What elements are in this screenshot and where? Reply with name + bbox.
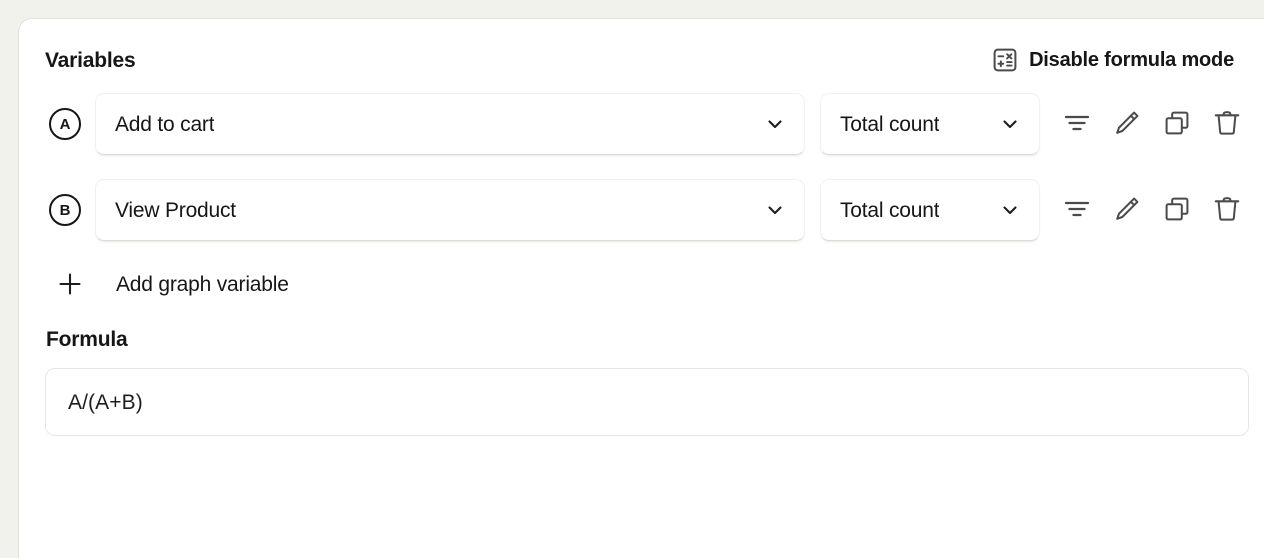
variables-header: Variables Disable formula mode — [45, 45, 1238, 75]
formula-input-value: A/(A+B) — [68, 390, 143, 414]
event-select-a[interactable]: Add to cart — [95, 93, 805, 155]
filter-icon — [1062, 194, 1092, 227]
metric-select-b[interactable]: Total count — [820, 179, 1040, 241]
formula-builder-panel: Variables Disable formula mode A Add to … — [18, 18, 1264, 558]
plus-icon — [53, 271, 87, 297]
page-title: Variables — [45, 48, 136, 72]
metric-select-a[interactable]: Total count — [820, 93, 1040, 155]
edit-icon — [1112, 108, 1142, 141]
duplicate-icon — [1162, 194, 1192, 227]
filter-icon — [1062, 108, 1092, 141]
duplicate-icon — [1162, 108, 1192, 141]
filter-button-b[interactable] — [1055, 188, 1099, 232]
variable-badge-b: B — [49, 194, 81, 226]
variable-row: B View Product Total count — [45, 179, 1240, 241]
delete-button-b[interactable] — [1205, 188, 1249, 232]
disable-formula-mode-button[interactable]: Disable formula mode — [988, 45, 1238, 75]
formula-section-title: Formula — [46, 328, 128, 351]
chevron-down-icon — [764, 113, 786, 135]
metric-select-a-value: Total count — [840, 113, 940, 135]
disable-formula-mode-label: Disable formula mode — [1029, 49, 1234, 71]
edit-button-a[interactable] — [1105, 102, 1149, 146]
row-actions-b — [1055, 188, 1249, 232]
duplicate-button-a[interactable] — [1155, 102, 1199, 146]
add-graph-variable-button[interactable]: Add graph variable — [49, 265, 293, 303]
row-actions-a — [1055, 102, 1249, 146]
delete-icon — [1212, 194, 1242, 227]
chevron-down-icon — [999, 113, 1021, 135]
edit-button-b[interactable] — [1105, 188, 1149, 232]
duplicate-button-b[interactable] — [1155, 188, 1199, 232]
delete-button-a[interactable] — [1205, 102, 1249, 146]
event-select-b[interactable]: View Product — [95, 179, 805, 241]
delete-icon — [1212, 108, 1242, 141]
metric-select-b-value: Total count — [840, 199, 940, 221]
event-select-b-value: View Product — [115, 199, 236, 221]
add-graph-variable-label: Add graph variable — [116, 272, 289, 296]
event-select-a-value: Add to cart — [115, 113, 215, 135]
formula-input[interactable]: A/(A+B) — [45, 368, 1249, 436]
edit-icon — [1112, 194, 1142, 227]
chevron-down-icon — [764, 199, 786, 221]
filter-button-a[interactable] — [1055, 102, 1099, 146]
calculator-icon — [992, 47, 1018, 73]
variable-row: A Add to cart Total count — [45, 93, 1240, 155]
variable-badge-a: A — [49, 108, 81, 140]
chevron-down-icon — [999, 199, 1021, 221]
